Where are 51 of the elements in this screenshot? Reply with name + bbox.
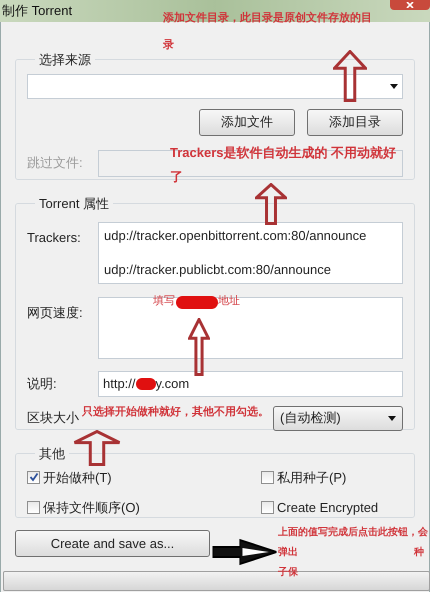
window-title: 制作 Torrent: [1, 2, 72, 20]
add-file-button[interactable]: 添加文件: [199, 108, 295, 136]
annotation-text: 子保: [278, 566, 298, 580]
checkbox-label: 开始做种(T): [43, 468, 112, 487]
annotation-text: 弹出: [278, 546, 298, 560]
field-label: 网页速度:: [27, 304, 84, 322]
annotation-text: 只选择开始做种就好，其他不用勾选。: [82, 404, 269, 420]
annotation-text: 录: [163, 38, 174, 53]
annotation-text: 添加文件目录，此目录是原创文件存放的目: [163, 10, 372, 26]
group-title: Torrent 属性: [38, 195, 110, 213]
source-dropdown[interactable]: [27, 74, 403, 98]
close-icon: [406, 2, 414, 8]
tracker-url: udp://tracker.openbittorrent.com:80/announce: [104, 226, 368, 245]
add-folder-button[interactable]: 添加目录: [307, 108, 403, 136]
checkbox[interactable]: [27, 501, 40, 514]
tracker-url: udp://tracker.publicbt.com:80/announce: [104, 261, 332, 279]
right-arrow-drawing: [212, 537, 278, 567]
group-title: 选择来源: [38, 51, 92, 69]
up-arrow-drawing: [255, 183, 287, 225]
dropdown-caret-icon: [390, 84, 398, 88]
annotation-text: 填写: [153, 294, 175, 309]
annotation-text: Trackers是软件自动生成的 不用动就好: [170, 144, 396, 162]
piece-size-dropdown[interactable]: (自动检测): [273, 406, 403, 430]
field-label: 区块大小: [27, 409, 79, 428]
close-button[interactable]: [390, 0, 430, 10]
checkbox[interactable]: [27, 470, 40, 484]
up-arrow-drawing: [188, 318, 210, 376]
checkbox-label: 私用种子(P): [277, 468, 346, 487]
checkbox[interactable]: [261, 470, 274, 484]
create-and-save-button[interactable]: Create and save as...: [15, 530, 210, 557]
checkbox[interactable]: [261, 501, 274, 514]
redaction-mark: [136, 378, 156, 390]
comment-field[interactable]: http:// y.com: [98, 370, 403, 396]
group-title: 其他: [38, 445, 66, 463]
annotation-text: 种: [414, 546, 424, 560]
annotation-text: 了: [170, 168, 183, 186]
checkbox-label: Create Encrypted: [277, 499, 378, 517]
annotation-text: 上面的值写完成后点击此按钮，会: [278, 525, 428, 540]
field-value: y.com: [156, 374, 190, 393]
up-arrow-drawing: [333, 50, 367, 102]
field-value: http://: [103, 374, 136, 393]
field-label: 说明:: [27, 374, 58, 393]
checkbox-label: 保持文件顺序(O): [43, 499, 140, 517]
dropdown-caret-icon: [388, 416, 396, 420]
web-seed-field[interactable]: [98, 296, 403, 358]
field-label: Trackers:: [27, 228, 82, 246]
up-arrow-drawing: [73, 430, 121, 466]
field-label: 跳过文件:: [27, 154, 84, 172]
annotation-text: 地址: [218, 294, 240, 309]
redaction-mark: [176, 296, 218, 309]
trackers-field[interactable]: udp://tracker.openbittorrent.com:80/announce udp://tracker.publicbt.com:80/announce: [98, 222, 403, 284]
